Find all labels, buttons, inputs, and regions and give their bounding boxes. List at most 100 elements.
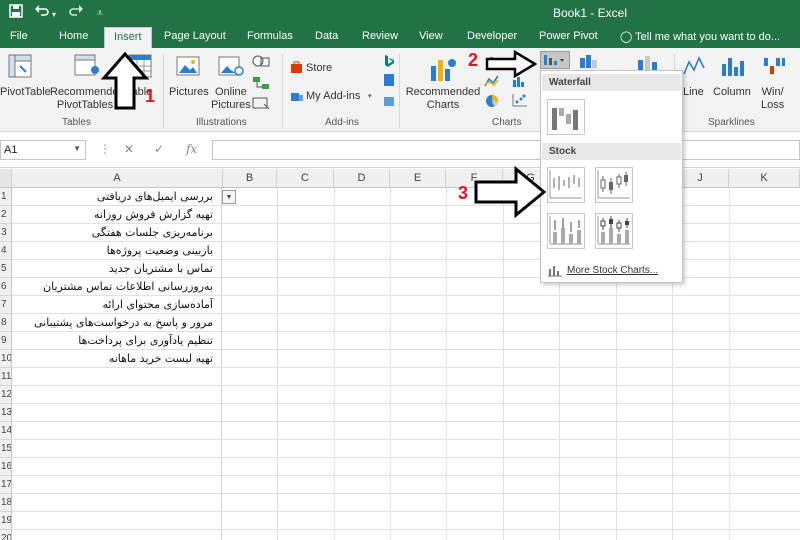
title-bar: ▾ ⩡ Book1 - Excel — [0, 0, 800, 26]
ribbon-tabs: File Home Insert Page Layout Formulas Da… — [0, 26, 800, 48]
row-header[interactable]: 9 — [0, 332, 12, 350]
filter-dropdown-icon[interactable]: ▼ — [222, 190, 236, 204]
cell-a6[interactable]: به‌روزرسانی اطلاعات تماس مشتریان — [12, 278, 222, 296]
cell-a9[interactable]: تنظیم یادآوری برای پرداخت‌ها — [12, 332, 222, 350]
addin-icon[interactable] — [383, 94, 395, 111]
sparkline-column-icon — [720, 54, 746, 81]
row-header[interactable]: 6 — [0, 278, 12, 296]
shapes-icon[interactable] — [252, 54, 272, 71]
my-addins-button[interactable]: My Add-ins — [306, 90, 360, 103]
tab-file[interactable]: File — [10, 30, 28, 42]
pivottable-button[interactable]: PivotTable — [0, 86, 51, 99]
waterfall-chart-option[interactable] — [547, 99, 585, 135]
column-header-d[interactable]: D — [334, 169, 390, 188]
tab-review[interactable]: Review — [362, 30, 398, 42]
row-header[interactable]: 7 — [0, 296, 12, 314]
screenshot-icon[interactable] — [252, 96, 270, 113]
store-button[interactable]: Store — [306, 62, 332, 75]
row-header[interactable]: 20 — [0, 530, 12, 540]
row-header[interactable]: 14 — [0, 422, 12, 440]
tab-power-pivot[interactable]: Power Pivot — [539, 30, 598, 42]
cell-a16[interactable] — [12, 458, 222, 476]
row-header[interactable]: 4 — [0, 242, 12, 260]
cell-a15[interactable] — [12, 440, 222, 458]
column-header-e[interactable]: E — [390, 169, 446, 188]
row-header[interactable]: 3 — [0, 224, 12, 242]
enter-icon[interactable]: ✓ — [154, 142, 164, 156]
cell-a14[interactable] — [12, 422, 222, 440]
name-box[interactable]: A1 ▼ — [0, 140, 86, 160]
sparkline-column-button[interactable]: Column — [713, 86, 751, 99]
insert-function-icon[interactable]: fx — [186, 142, 197, 156]
sparkline-line-button[interactable]: Line — [683, 86, 704, 99]
cell-a3[interactable]: برنامه‌ریزی جلسات هفتگی — [12, 224, 222, 242]
gridline — [222, 259, 800, 260]
row-header[interactable]: 16 — [0, 458, 12, 476]
recommended-charts-button[interactable]: Recommended Charts — [405, 86, 481, 112]
gridline — [222, 439, 800, 440]
formula-input[interactable] — [212, 140, 800, 160]
tab-view[interactable]: View — [419, 30, 443, 42]
people-graph-icon[interactable] — [383, 73, 395, 90]
name-box-dropdown-icon[interactable]: ▼ — [73, 144, 81, 153]
row-header[interactable]: 19 — [0, 512, 12, 530]
waterfall-stock-chart-button[interactable] — [540, 51, 570, 69]
cell-a11[interactable] — [12, 368, 222, 386]
column-header-b[interactable]: B — [223, 169, 277, 188]
stock-volume-open-high-low-close-option[interactable] — [595, 213, 633, 249]
column-header-a[interactable]: A — [12, 169, 223, 188]
cell-a2[interactable]: تهیه گزارش فروش روزانه — [12, 206, 222, 224]
cell-a19[interactable] — [12, 512, 222, 530]
stock-volume-high-low-close-option[interactable] — [547, 213, 585, 249]
cell-a7[interactable]: آماده‌سازی محتوای ارائه — [12, 296, 222, 314]
row-header[interactable]: 5 — [0, 260, 12, 278]
cell-a20[interactable] — [12, 530, 222, 540]
smartart-icon[interactable] — [252, 76, 270, 93]
tab-developer[interactable]: Developer — [467, 30, 517, 42]
stock-high-low-close-option[interactable] — [547, 167, 585, 203]
sparkline-line-icon — [683, 54, 705, 81]
row-header[interactable]: 18 — [0, 494, 12, 512]
scatter-chart-icon[interactable] — [512, 93, 534, 110]
cell-a8[interactable]: مرور و پاسخ به درخواست‌های پشتیبانی — [12, 314, 222, 332]
tab-insert[interactable]: Insert — [104, 27, 152, 48]
row-header[interactable]: 2 — [0, 206, 12, 224]
row-header[interactable]: 10 — [0, 350, 12, 368]
tab-home[interactable]: Home — [59, 30, 88, 42]
cell-a10[interactable]: تهیه لیست خرید ماهانه — [12, 350, 222, 368]
cell-a1[interactable]: بررسی ایمیل‌های دریافتی — [12, 188, 222, 206]
sparkline-winloss-button[interactable]: Win/ Loss — [761, 86, 784, 112]
my-addins-dropdown-icon[interactable]: ▾ — [368, 92, 372, 100]
tell-me-search[interactable]: ◯ Tell me what you want to do... — [620, 30, 780, 43]
row-header[interactable]: 17 — [0, 476, 12, 494]
cell-a17[interactable] — [12, 476, 222, 494]
tab-page-layout[interactable]: Page Layout — [164, 30, 226, 42]
pie-chart-icon[interactable] — [484, 93, 506, 112]
pictures-button[interactable]: Pictures — [169, 86, 209, 99]
tab-data[interactable]: Data — [315, 30, 338, 42]
row-header[interactable]: 15 — [0, 440, 12, 458]
row-header[interactable]: 8 — [0, 314, 12, 332]
cell-a4[interactable]: بازبینی وضعیت پروژه‌ها — [12, 242, 222, 260]
bing-maps-icon[interactable] — [383, 54, 395, 71]
row-header[interactable]: 13 — [0, 404, 12, 422]
column-header-k[interactable]: K — [729, 169, 800, 188]
window-title: Book1 - Excel — [552, 6, 628, 20]
lightbulb-icon: ◯ — [620, 31, 633, 43]
tab-formulas[interactable]: Formulas — [247, 30, 293, 42]
cancel-icon[interactable]: ✕ — [124, 142, 134, 156]
select-all-corner[interactable] — [0, 169, 12, 188]
stock-open-high-low-close-option[interactable] — [595, 167, 633, 203]
online-pictures-button[interactable]: Online Pictures — [211, 86, 251, 112]
column-header-c[interactable]: C — [277, 169, 334, 188]
cell-a13[interactable] — [12, 404, 222, 422]
more-stock-charts-link[interactable]: More Stock Charts... — [567, 265, 658, 276]
gridline — [222, 241, 800, 242]
cell-a12[interactable] — [12, 386, 222, 404]
my-addins-icon — [290, 89, 304, 105]
row-header[interactable]: 12 — [0, 386, 12, 404]
row-header[interactable]: 11 — [0, 368, 12, 386]
cell-a5[interactable]: تماس با مشتریان جدید — [12, 260, 222, 278]
row-header[interactable]: 1 — [0, 188, 12, 206]
cell-a18[interactable] — [12, 494, 222, 512]
